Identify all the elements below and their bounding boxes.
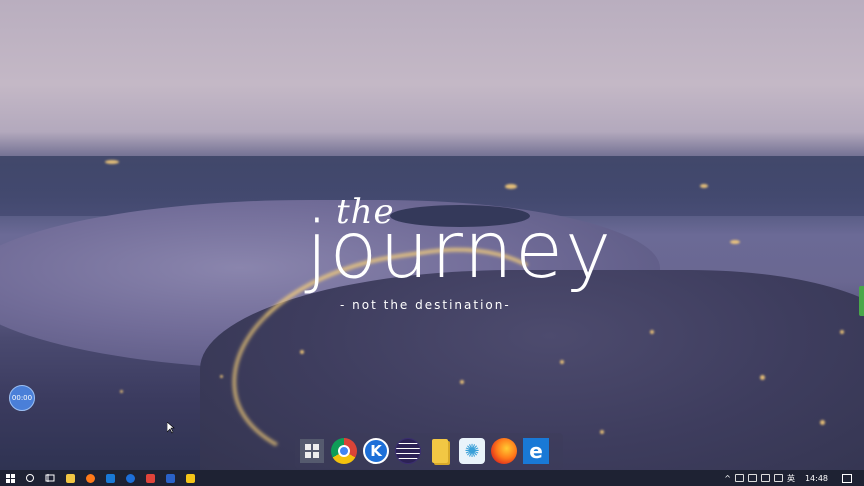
network-icon[interactable] [760, 474, 770, 482]
tray-overflow-chevron-icon[interactable]: ^ [724, 474, 731, 483]
notification-center-icon[interactable] [842, 473, 852, 483]
dock-item-sticky-notes[interactable] [425, 436, 455, 466]
city-light [105, 160, 119, 164]
city-light [460, 380, 464, 384]
wallpaper-subtitle: - not the destination- [340, 298, 511, 312]
wallpaper-title-journey: journey [306, 206, 614, 296]
dock-item-eclipse[interactable] [393, 436, 423, 466]
city-light [840, 330, 844, 334]
firefox-icon [491, 438, 517, 464]
search-icon [26, 474, 34, 482]
dock-item-atom-app[interactable]: ✺ [457, 436, 487, 466]
sticky-notes-icon [432, 439, 448, 463]
app-red-icon [145, 473, 155, 483]
file-explorer-icon [65, 473, 75, 483]
dock-item-windows-grid[interactable] [297, 436, 327, 466]
side-panel-handle[interactable] [859, 286, 864, 316]
system-tray: ^ 英 14:48 [724, 473, 864, 484]
taskbar-k-app[interactable] [120, 470, 140, 486]
taskbar-clock[interactable]: 14:48 [805, 474, 828, 483]
city-light [560, 360, 564, 364]
firefox-icon [85, 473, 95, 483]
k-app-icon [125, 473, 135, 483]
ime-indicator[interactable]: 英 [787, 473, 795, 484]
city-light [650, 330, 654, 334]
edge-icon: e [523, 438, 549, 464]
k-app-icon: K [363, 438, 389, 464]
app-dock: K ✺ e [295, 433, 563, 469]
taskbar-wps[interactable] [160, 470, 180, 486]
city-light [820, 420, 825, 425]
start-button[interactable] [5, 473, 15, 483]
city-light [760, 375, 765, 380]
edge-icon [105, 473, 115, 483]
floating-timer-button[interactable]: 00:00 [9, 385, 35, 411]
taskbar-firefox[interactable] [80, 470, 100, 486]
tray-app-icon[interactable] [734, 474, 744, 482]
city-light [120, 390, 123, 393]
taskbar-file-explorer[interactable] [60, 470, 80, 486]
app-yellow-icon [185, 473, 195, 483]
taskbar-app-red[interactable] [140, 470, 160, 486]
taskbar-edge[interactable] [100, 470, 120, 486]
windows-grid-icon [300, 439, 324, 463]
taskbar: ^ 英 14:48 [0, 470, 864, 486]
city-light [220, 375, 223, 378]
taskbar-app-yellow[interactable] [180, 470, 200, 486]
volume-icon[interactable] [773, 474, 783, 482]
atom-app-icon: ✺ [459, 438, 485, 464]
task-view-icon [45, 474, 55, 482]
wps-icon [165, 473, 175, 483]
desktop-wallpaper: the journey - not the destination- [0, 0, 864, 470]
dock-item-chrome[interactable] [329, 436, 359, 466]
search-button[interactable] [20, 470, 40, 486]
city-light [730, 240, 740, 244]
battery-icon[interactable] [747, 474, 757, 482]
cursor-arrow-icon [167, 422, 175, 434]
dock-item-edge[interactable]: e [521, 436, 551, 466]
city-light [505, 184, 517, 189]
dock-item-firefox[interactable] [489, 436, 519, 466]
city-light [300, 350, 304, 354]
eclipse-icon [395, 438, 421, 464]
dock-item-k-app[interactable]: K [361, 436, 391, 466]
city-light [700, 184, 708, 188]
chrome-icon [331, 438, 357, 464]
city-light [600, 430, 604, 434]
task-view-button[interactable] [40, 470, 60, 486]
